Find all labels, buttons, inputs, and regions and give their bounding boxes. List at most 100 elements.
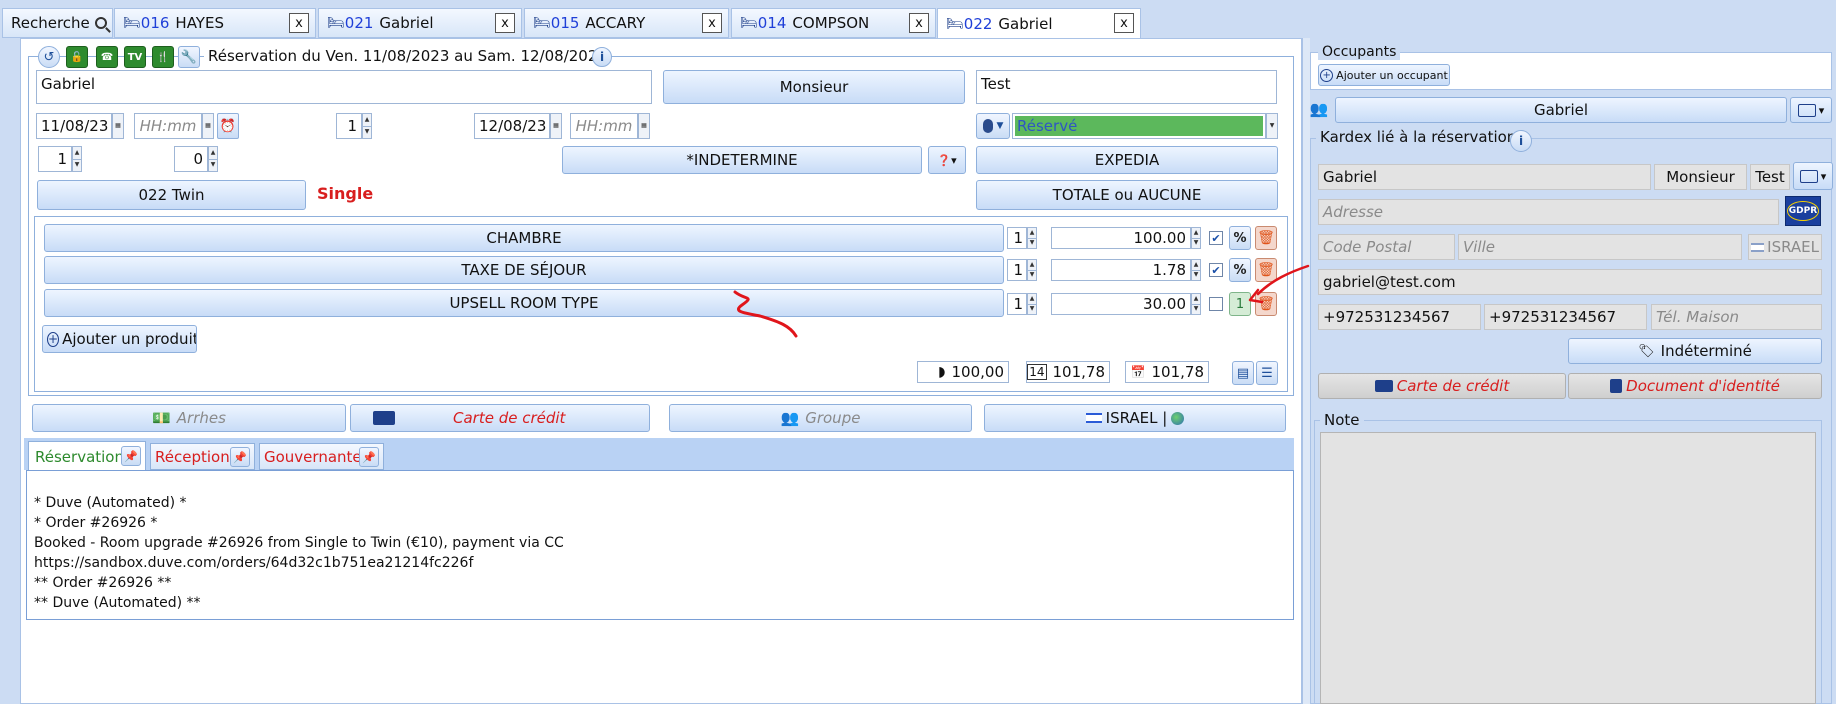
delete-icon[interactable]: 🗑 [1255,258,1277,282]
product-price-stepper[interactable]: ▲ ▼ [1191,293,1201,315]
reservation-notes[interactable]: * Duve (Automated) * * Order #26926 * Bo… [26,470,1294,620]
delete-icon[interactable]: 🗑 [1255,226,1277,250]
close-tab-button[interactable]: x [1114,13,1134,33]
product-qty-field[interactable]: 1 [1007,293,1027,315]
adults-stepper[interactable]: ▲ ▼ [72,146,82,172]
product-price-stepper[interactable]: ▲ ▼ [1191,227,1201,249]
children-field[interactable]: 0 [174,146,208,172]
departure-date-field[interactable]: 12/08/23 [474,113,550,139]
email-field[interactable]: gabriel@test.com [1318,269,1822,295]
first-name-field[interactable]: Gabriel [36,70,652,104]
arrival-date-field[interactable]: 11/08/23 [36,113,112,139]
sliders-icon[interactable]: ☰ [1256,361,1278,385]
kardex-credit-card-button[interactable]: Carte de crédit [1318,373,1566,399]
origin-help-button[interactable]: ❓▾ [928,146,966,174]
tab-room-015[interactable]: 🛏 015 ACCARY x [524,8,729,38]
product-qty-field[interactable]: 1 [1007,227,1027,249]
product-qty-stepper[interactable]: ▲ ▼ [1027,227,1037,249]
pin-icon[interactable]: 📌 [359,447,379,467]
product-name-button[interactable]: CHAMBRE [44,224,1004,252]
arrhes-button[interactable]: 💵 Arrhes [32,404,346,432]
tab-note-reservation[interactable]: Réservation 📌 [28,441,146,471]
percent-button[interactable]: % [1229,258,1251,282]
occupant-button[interactable]: Gabriel [1335,97,1787,123]
sequence-button[interactable]: 1 [1229,292,1251,316]
phone-field-1[interactable]: +972531234567 [1318,304,1481,330]
contact-card-button[interactable]: ▾ [1790,97,1832,123]
product-qty-stepper[interactable]: ▲ ▼ [1027,293,1037,315]
adults-field[interactable]: 1 [38,146,72,172]
tab-note-reception[interactable]: Réception 📌 [150,443,255,470]
product-price-field[interactable]: 100.00 [1051,227,1191,249]
window-scrollbar[interactable] [1302,38,1310,704]
product-qty-stepper[interactable]: ▲ ▼ [1027,259,1037,281]
tab-note-gouvernante[interactable]: Gouvernante 📌 [259,443,384,470]
origin-button[interactable]: *INDETERMINE [562,146,922,174]
delete-icon[interactable]: 🗑 [1255,292,1277,316]
kardex-civility-field[interactable]: Monsieur [1654,164,1747,190]
kardex-last-name-field[interactable]: Test [1750,164,1790,190]
product-price-field[interactable]: 1.78 [1051,259,1191,281]
info-icon[interactable]: i [1510,130,1532,152]
product-name-button[interactable]: TAXE DE SÉJOUR [44,256,1004,284]
last-name-field[interactable]: Test [976,70,1277,104]
phone-field-2[interactable]: +972531234567 [1484,304,1647,330]
home-phone-field[interactable]: Tél. Maison [1651,304,1822,330]
product-name-button[interactable]: UPSELL ROOM TYPE [44,289,1004,317]
category-button[interactable]: 🏷 Indéterminé [1568,338,1822,364]
group-button[interactable]: 👥 Groupe [669,404,972,432]
pin-icon[interactable]: 📌 [121,446,141,466]
city-field[interactable]: Ville [1458,234,1742,260]
invoice-icon[interactable]: ▤ [1232,361,1254,385]
pin-icon[interactable]: 📌 [230,447,250,467]
tv-icon[interactable]: TV [124,46,146,68]
history-icon[interactable]: ↺ [38,46,60,68]
children-stepper[interactable]: ▲ ▼ [208,146,218,172]
civility-button[interactable]: Monsieur [663,70,965,104]
product-price-stepper[interactable]: ▲ ▼ [1191,259,1201,281]
status-color-selector[interactable]: ▼ [976,113,1010,139]
close-tab-button[interactable]: x [289,13,309,33]
nights-field[interactable]: 1 [336,113,362,139]
arrival-date-picker[interactable]: ▦ [112,113,124,139]
status-dropdown[interactable]: ▼ [1266,113,1278,139]
phone-icon[interactable]: ☎ [96,46,118,68]
payment-button[interactable]: TOTALE ou AUCUNE [976,180,1278,210]
add-occupant-button[interactable]: + Ajouter un occupant [1318,64,1450,86]
arrival-time-field[interactable]: HH:mm [134,113,202,139]
close-tab-button[interactable]: x [495,13,515,33]
kardex-country-field[interactable]: ISRAEL [1748,234,1822,260]
country-button[interactable]: ISRAEL | [984,404,1286,432]
nights-stepper[interactable]: ▲ ▼ [362,113,372,139]
id-document-button[interactable]: Document d'identité [1568,373,1822,399]
close-tab-button[interactable]: x [702,13,722,33]
kardex-note-textarea[interactable] [1320,432,1816,704]
tab-room-021[interactable]: 🛏 021 Gabriel x [318,8,522,38]
unlock-icon[interactable]: 🔓 [66,46,88,68]
product-price-field[interactable]: 30.00 [1051,293,1191,315]
tab-room-016[interactable]: 🛏 016 HAYES x [114,8,316,38]
info-icon[interactable]: i [592,47,612,67]
occupant-link-icon[interactable]: 👥 [1308,98,1330,120]
room-button[interactable]: 022 Twin [37,180,306,210]
kardex-contact-card-button[interactable]: ▾ [1793,162,1833,190]
departure-time-field[interactable]: HH:mm [570,113,638,139]
status-field[interactable]: Réservé [1012,113,1266,139]
product-checkbox[interactable]: ✔ [1209,231,1223,245]
departure-date-picker[interactable]: ▦ [550,113,562,139]
address-field[interactable]: Adresse [1318,199,1779,225]
percent-button[interactable]: % [1229,226,1251,250]
alarm-clock-icon[interactable]: ⏰ [217,113,239,139]
departure-time-picker[interactable]: ▦ [638,113,650,139]
product-checkbox[interactable] [1209,297,1223,311]
restaurant-icon[interactable]: 🍴 [152,46,174,68]
close-tab-button[interactable]: x [909,13,929,33]
gdpr-icon[interactable]: GDPR [1785,196,1821,226]
kardex-first-name-field[interactable]: Gabriel [1318,164,1651,190]
tab-room-014[interactable]: 🛏 014 COMPSON x [731,8,936,38]
add-product-button[interactable]: + Ajouter un produit [42,325,197,353]
tab-recherche[interactable]: Recherche [2,8,113,38]
credit-card-button[interactable]: Carte de crédit [350,404,650,432]
product-checkbox[interactable]: ✔ [1209,263,1223,277]
channel-button[interactable]: EXPEDIA [976,146,1278,174]
